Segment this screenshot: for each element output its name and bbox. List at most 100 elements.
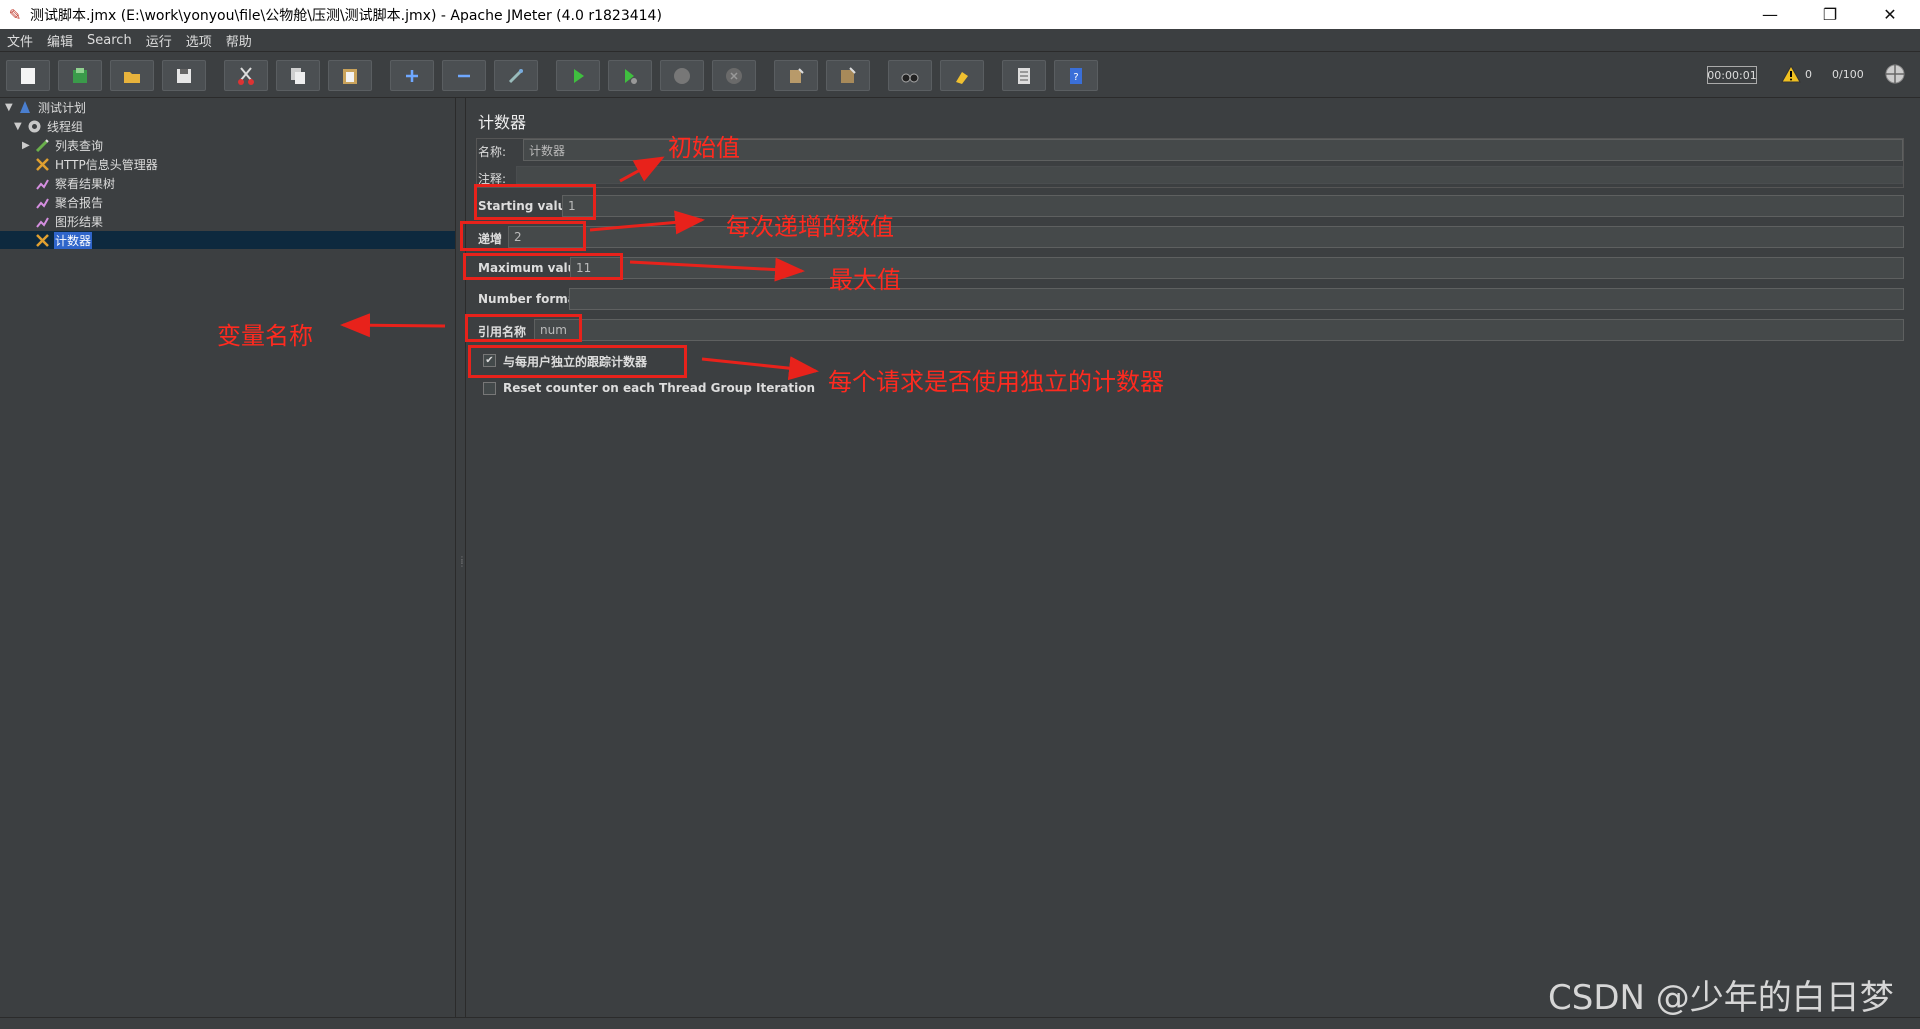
comment-input[interactable]	[516, 166, 1903, 184]
start-no-pauses-button[interactable]	[608, 60, 652, 91]
tree-item-label: 线程组	[47, 119, 84, 134]
panel-title: 计数器	[478, 113, 527, 132]
collapse-triangle-icon[interactable]: ▼	[14, 121, 26, 132]
tree-item-label: 察看结果树	[55, 176, 116, 191]
note-maximum: 最大值	[829, 266, 901, 294]
tree-item-view-results-tree[interactable]: 察看结果树	[34, 174, 116, 192]
tree-item-label: 图形结果	[55, 214, 104, 229]
maximize-button[interactable]: ❐	[1800, 0, 1860, 29]
scissors-icon	[238, 66, 254, 85]
tree-item-label: 计数器	[54, 231, 93, 249]
reference-name-input[interactable]: num	[534, 319, 1904, 341]
clear-all-icon	[841, 66, 856, 83]
save-disk-icon	[177, 68, 191, 83]
menu-edit[interactable]: 编辑	[40, 31, 80, 50]
clear-all-button[interactable]	[826, 60, 870, 91]
function-list-icon	[1018, 67, 1030, 84]
maximum-value-input[interactable]: 11	[570, 257, 1904, 279]
shutdown-icon	[726, 67, 742, 84]
name-label: 名称:	[478, 145, 507, 159]
menu-bar: 文件 编辑 Search 运行 选项 帮助	[0, 29, 1920, 52]
toggle-button[interactable]	[494, 60, 538, 91]
listener-chart-icon	[34, 213, 50, 229]
warning-count: 0	[1805, 68, 1812, 81]
note-variable-name: 变量名称	[217, 322, 313, 350]
highlight-reference-name	[465, 314, 582, 342]
menu-help[interactable]: 帮助	[219, 31, 259, 50]
copy-icon	[291, 67, 305, 84]
note-increment: 每次递增的数值	[726, 213, 894, 241]
new-file-icon	[21, 67, 35, 84]
reset-search-button[interactable]	[940, 60, 984, 91]
test-plan-icon	[17, 99, 33, 115]
collapse-button[interactable]	[442, 60, 486, 91]
elapsed-timer: 00:00:01	[1707, 66, 1757, 84]
collapse-triangle-icon[interactable]: ▼	[5, 102, 17, 113]
toggle-wand-icon	[508, 68, 524, 83]
open-button[interactable]	[110, 60, 154, 91]
binoculars-icon	[901, 73, 919, 82]
number-format-input[interactable]	[569, 288, 1904, 310]
tree-item-test-plan[interactable]: ▼ 测试计划	[5, 98, 87, 116]
play-no-timers-icon	[625, 68, 637, 84]
active-threads-count: 0/100	[1832, 68, 1864, 81]
counter-editor-panel: 计数器 名称: 计数器 注释: Starting value 1 递增 2 Ma…	[466, 98, 1920, 1017]
expand-button[interactable]	[390, 60, 434, 91]
help-button[interactable]: ?	[1054, 60, 1098, 91]
search-button[interactable]	[888, 60, 932, 91]
templates-button[interactable]	[58, 60, 102, 91]
tree-item-label: 测试计划	[38, 100, 87, 115]
cut-button[interactable]	[224, 60, 268, 91]
sampler-pen-icon	[34, 137, 50, 153]
expand-triangle-icon[interactable]: ▶	[22, 140, 34, 151]
csdn-watermark: CSDN @少年的白日梦	[1548, 978, 1894, 1018]
window-title-bar: ✎ 测试脚本.jmx (E:\work\yonyou\file\公物舱\压测\测…	[0, 0, 1920, 30]
number-format-label: Number format	[478, 292, 582, 306]
play-icon	[574, 68, 584, 83]
jmeter-feather-icon: ✎	[8, 5, 22, 24]
menu-run[interactable]: 运行	[139, 31, 179, 50]
menu-search[interactable]: Search	[80, 33, 139, 48]
reset-counter-checkbox[interactable]	[483, 382, 496, 395]
save-button[interactable]	[162, 60, 206, 91]
note-initial-value: 初始值	[668, 134, 740, 162]
window-title: 测试脚本.jmx (E:\work\yonyou\file\公物舱\压测\测试脚…	[30, 7, 662, 24]
clear-button[interactable]	[774, 60, 818, 91]
config-tools-icon	[34, 156, 50, 172]
tree-item-counter[interactable]: 计数器	[0, 231, 455, 249]
highlight-maximum-value	[463, 253, 623, 280]
tree-item-list-query[interactable]: ▶ 列表查询	[22, 136, 104, 154]
listener-chart-icon	[34, 194, 50, 210]
help-book-icon: ?	[1070, 67, 1082, 84]
shutdown-button[interactable]	[712, 60, 756, 91]
broom-icon	[956, 71, 968, 84]
config-tools-icon	[34, 232, 50, 248]
copy-button[interactable]	[276, 60, 320, 91]
close-button[interactable]: ✕	[1860, 0, 1920, 29]
note-per-request: 每个请求是否使用独立的计数器	[828, 368, 1164, 396]
highlight-increment	[460, 221, 586, 251]
status-bar	[0, 1017, 1920, 1029]
new-button[interactable]	[6, 60, 50, 91]
test-plan-tree: ▼ 测试计划 ▼ 线程组 ▶ 列表查询 HTTP信息头管理器 察看结果树 聚合报…	[0, 98, 456, 1017]
tree-item-graph-results[interactable]: 图形结果	[34, 212, 104, 230]
splitter-grip-icon: ⋮ ⋮	[458, 555, 466, 568]
function-helper-button[interactable]	[1002, 60, 1046, 91]
minus-icon	[458, 74, 470, 77]
minimize-button[interactable]: —	[1740, 0, 1800, 29]
tree-item-label: 列表查询	[55, 138, 104, 153]
warning-icon[interactable]	[1781, 65, 1801, 83]
paste-button[interactable]	[328, 60, 372, 91]
listener-chart-icon	[34, 175, 50, 191]
tree-item-label: HTTP信息头管理器	[55, 157, 158, 172]
tree-item-http-header-manager[interactable]: HTTP信息头管理器	[34, 155, 159, 173]
start-button[interactable]	[556, 60, 600, 91]
menu-file[interactable]: 文件	[0, 31, 40, 50]
tree-item-aggregate-report[interactable]: 聚合报告	[34, 193, 104, 211]
highlight-per-user	[468, 345, 687, 378]
stop-button[interactable]	[660, 60, 704, 91]
tree-item-thread-group[interactable]: ▼ 线程组	[14, 117, 84, 135]
remote-globe-icon[interactable]	[1884, 63, 1906, 85]
increment-input[interactable]: 2	[508, 226, 1904, 248]
menu-options[interactable]: 选项	[179, 31, 219, 50]
